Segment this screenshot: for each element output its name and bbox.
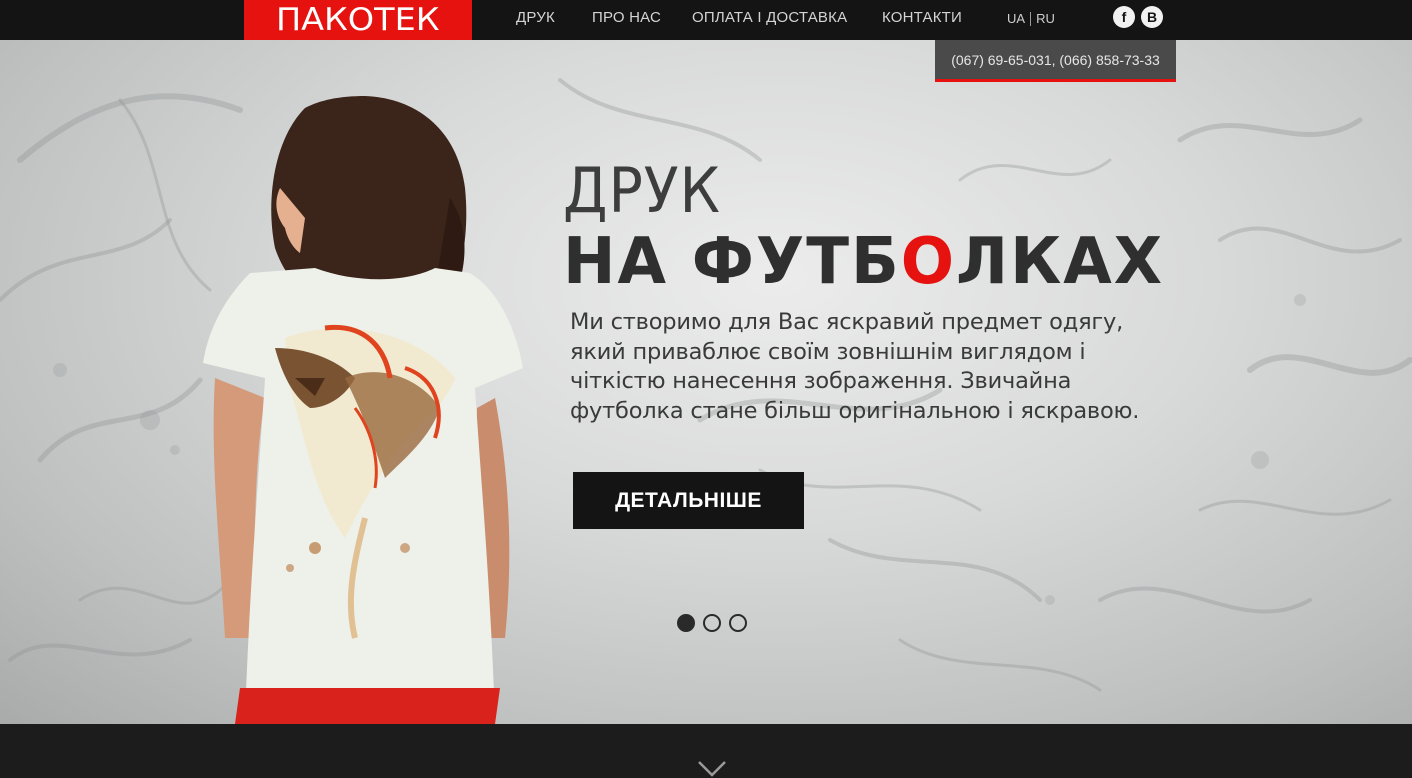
- hero-headline-line2-part1: НА ФУТБ: [563, 225, 901, 299]
- model-wearing-printed-tshirt: [203, 96, 523, 724]
- hero-description: Ми створимо для Вас яскравий предмет одя…: [570, 309, 1140, 424]
- hero-headline-line2-part2: ЛКАХ: [956, 225, 1165, 299]
- lang-ua-link[interactable]: UA: [1007, 11, 1025, 26]
- lang-ru-link[interactable]: RU: [1036, 11, 1055, 26]
- slide-dot-2[interactable]: [703, 614, 721, 632]
- logo[interactable]: ПАКОТЕК: [244, 0, 472, 40]
- hero-headline-accent-letter: О: [900, 225, 957, 299]
- chevron-down-icon[interactable]: [697, 760, 727, 778]
- language-switcher: UA RU: [1007, 11, 1055, 26]
- facebook-icon-glyph: f: [1121, 9, 1127, 25]
- slider-pagination: [677, 614, 747, 632]
- vk-icon-glyph: B: [1146, 9, 1158, 25]
- phone-numbers-text: (067) 69-65-031, (066) 858-73-33: [951, 51, 1160, 68]
- nav-item-about[interactable]: ПРО НАС: [592, 9, 661, 26]
- details-button[interactable]: ДЕТАЛЬНІШЕ: [573, 472, 804, 529]
- slide-dot-1[interactable]: [677, 614, 695, 632]
- facebook-icon[interactable]: f: [1113, 6, 1135, 28]
- hero-headline-line2: НА ФУТБОЛКАХ: [563, 230, 1164, 294]
- lang-divider: [1030, 11, 1032, 26]
- nav-item-payment-delivery[interactable]: ОПЛАТА І ДОСТАВКА: [692, 9, 847, 26]
- phone-numbers: (067) 69-65-031, (066) 858-73-33: [935, 40, 1176, 82]
- hero-slider: (067) 69-65-031, (066) 858-73-33 ДРУК НА…: [0, 40, 1412, 724]
- nav-item-contacts[interactable]: КОНТАКТИ: [882, 9, 962, 26]
- bottom-section: [0, 724, 1412, 778]
- top-navigation-bar: ПАКОТЕК ДРУК ПРО НАС ОПЛАТА І ДОСТАВКА К…: [0, 0, 1412, 40]
- nav-item-print[interactable]: ДРУК: [516, 9, 555, 26]
- hero-headline-line1: ДРУК: [563, 154, 721, 227]
- logo-text: ПАКОТЕК: [276, 2, 440, 38]
- vk-icon[interactable]: B: [1141, 6, 1163, 28]
- slide-dot-3[interactable]: [729, 614, 747, 632]
